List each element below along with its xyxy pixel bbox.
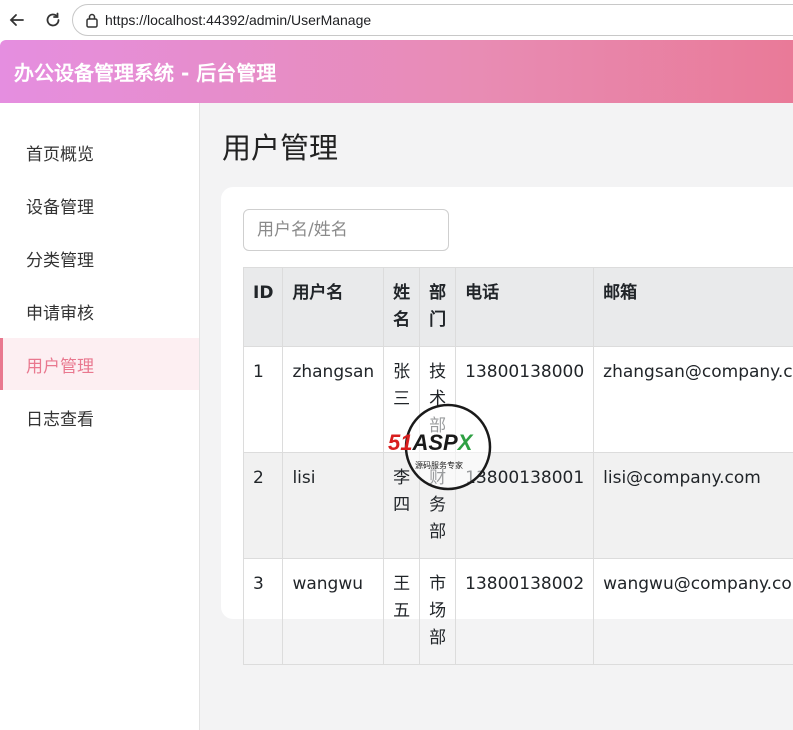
sidebar-item-label: 首页概览 <box>26 144 94 165</box>
lock-icon[interactable] <box>83 11 101 29</box>
cell-id: 3 <box>242 558 284 665</box>
sidebar-item-approvals[interactable]: 申请审核 <box>0 285 199 337</box>
back-icon[interactable] <box>5 8 29 32</box>
cell-phone: 13800138001 <box>455 452 595 559</box>
sidebar-item-users[interactable]: 用户管理 <box>0 338 199 390</box>
table-row: 3 wangwu 王五 市场部 13800138002 wangwu@compa… <box>242 558 793 665</box>
sidebar-item-dashboard[interactable]: 首页概览 <box>0 126 199 178</box>
cell-name: 张三 <box>383 346 421 453</box>
column-header-email: 邮箱 <box>593 267 793 347</box>
column-header-department: 部门 <box>419 267 457 347</box>
cell-email: wangwu@company.com <box>593 558 793 665</box>
content-card: ID 用户名 姓名 部门 电话 邮箱 1 zhangsan 张三 技术部 138… <box>221 187 793 665</box>
sidebar-item-categories[interactable]: 分类管理 <box>0 232 199 284</box>
search-input[interactable] <box>243 209 449 251</box>
sidebar-item-label: 日志查看 <box>26 409 94 430</box>
sidebar-item-label: 分类管理 <box>26 250 94 271</box>
sidebar-item-devices[interactable]: 设备管理 <box>0 179 199 231</box>
user-table: ID 用户名 姓名 部门 电话 邮箱 1 zhangsan 张三 技术部 138… <box>242 267 793 665</box>
app-header: 办公设备管理系统 - 后台管理 <box>0 40 793 103</box>
cell-username: lisi <box>282 452 385 559</box>
table-row: 1 zhangsan 张三 技术部 13800138000 zhangsan@c… <box>242 346 793 453</box>
cell-username: wangwu <box>282 558 385 665</box>
column-header-phone: 电话 <box>455 267 595 347</box>
column-header-username: 用户名 <box>282 267 385 347</box>
sidebar: 首页概览 设备管理 分类管理 申请审核 用户管理 日志查看 <box>0 103 200 730</box>
cell-username: zhangsan <box>282 346 385 453</box>
column-header-name: 姓名 <box>383 267 421 347</box>
sidebar-item-label: 用户管理 <box>26 356 94 377</box>
page-title: 用户管理 <box>222 131 339 165</box>
sidebar-item-logs[interactable]: 日志查看 <box>0 391 199 443</box>
cell-name: 李四 <box>383 452 421 559</box>
cell-department: 市场部 <box>419 558 457 665</box>
sidebar-item-label: 设备管理 <box>26 197 94 218</box>
table-header-row: ID 用户名 姓名 部门 电话 邮箱 <box>242 267 793 347</box>
cell-department: 技术部 <box>419 346 457 453</box>
cell-email: zhangsan@company.com <box>593 346 793 453</box>
column-header-id: ID <box>242 267 284 347</box>
reload-icon[interactable] <box>41 8 65 32</box>
address-bar[interactable]: https://localhost:44392/admin/UserManage <box>72 4 793 36</box>
app-title: 办公设备管理系统 - 后台管理 <box>14 61 277 85</box>
cell-id: 2 <box>242 452 284 559</box>
sidebar-item-label: 申请审核 <box>26 303 94 324</box>
main-content: 用户管理 ID 用户名 姓名 部门 电话 邮箱 1 zhangsan 张三 技 <box>200 103 793 730</box>
browser-toolbar: https://localhost:44392/admin/UserManage <box>0 0 793 40</box>
cell-phone: 13800138002 <box>455 558 595 665</box>
url-text: https://localhost:44392/admin/UserManage <box>105 12 372 28</box>
cell-name: 王五 <box>383 558 421 665</box>
table-row: 2 lisi 李四 财务部 13800138001 lisi@company.c… <box>242 452 793 559</box>
cell-phone: 13800138000 <box>455 346 595 453</box>
cell-department: 财务部 <box>419 452 457 559</box>
cell-id: 1 <box>242 346 284 453</box>
cell-email: lisi@company.com <box>593 452 793 559</box>
